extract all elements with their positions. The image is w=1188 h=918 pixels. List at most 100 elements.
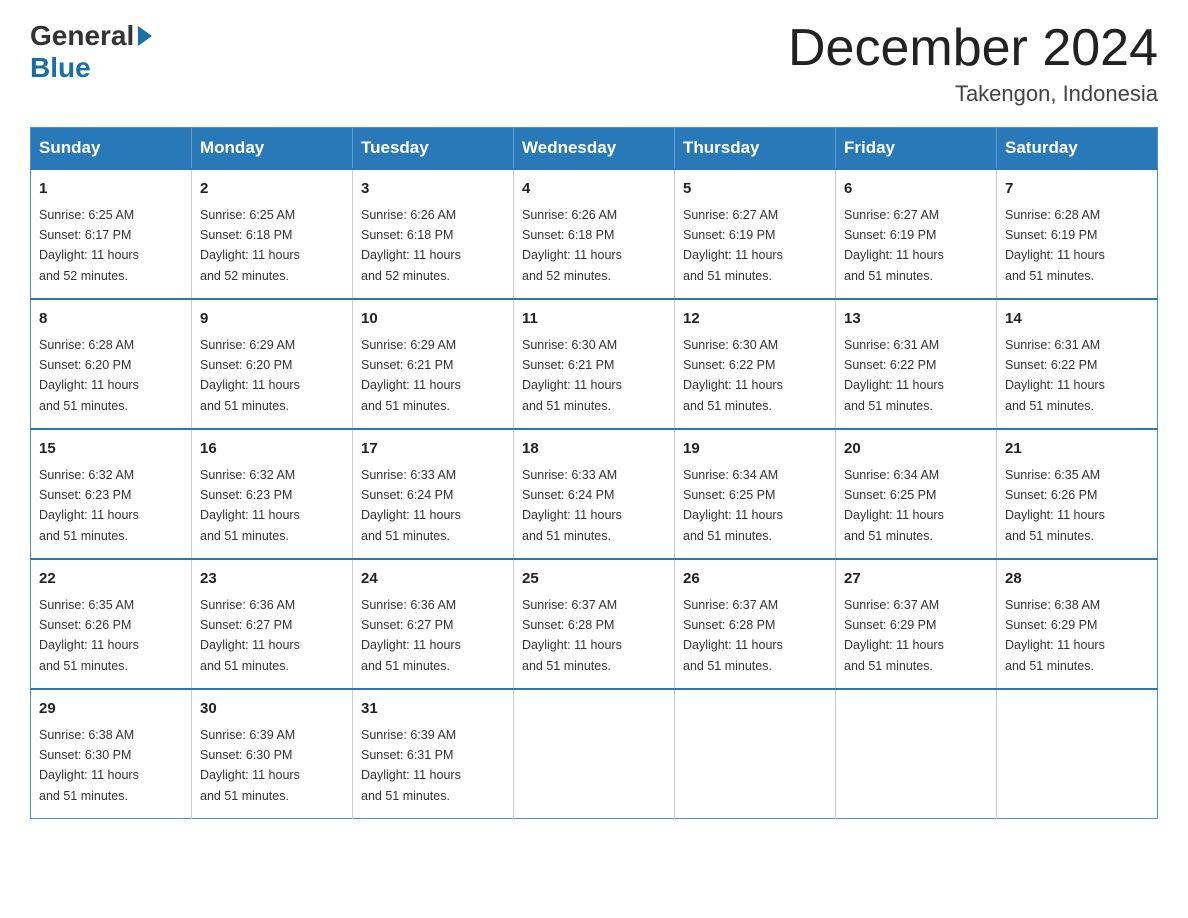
day-number: 26 — [683, 568, 827, 591]
day-info: Sunrise: 6:37 AMSunset: 6:28 PMDaylight:… — [522, 598, 622, 673]
calendar-cell: 29 Sunrise: 6:38 AMSunset: 6:30 PMDaylig… — [31, 689, 192, 819]
calendar-cell: 4 Sunrise: 6:26 AMSunset: 6:18 PMDayligh… — [514, 169, 675, 299]
day-info: Sunrise: 6:36 AMSunset: 6:27 PMDaylight:… — [200, 598, 300, 673]
calendar-week-2: 8 Sunrise: 6:28 AMSunset: 6:20 PMDayligh… — [31, 299, 1158, 429]
day-number: 17 — [361, 438, 505, 461]
day-number: 15 — [39, 438, 183, 461]
header-friday: Friday — [836, 128, 997, 170]
calendar-cell: 18 Sunrise: 6:33 AMSunset: 6:24 PMDaylig… — [514, 429, 675, 559]
day-info: Sunrise: 6:31 AMSunset: 6:22 PMDaylight:… — [1005, 338, 1105, 413]
day-info: Sunrise: 6:25 AMSunset: 6:18 PMDaylight:… — [200, 208, 300, 283]
day-number: 5 — [683, 178, 827, 201]
day-number: 31 — [361, 698, 505, 721]
day-info: Sunrise: 6:33 AMSunset: 6:24 PMDaylight:… — [361, 468, 461, 543]
calendar-cell: 23 Sunrise: 6:36 AMSunset: 6:27 PMDaylig… — [192, 559, 353, 689]
page-header: General Blue December 2024 Takengon, Ind… — [30, 20, 1158, 107]
day-info: Sunrise: 6:30 AMSunset: 6:21 PMDaylight:… — [522, 338, 622, 413]
calendar-cell: 13 Sunrise: 6:31 AMSunset: 6:22 PMDaylig… — [836, 299, 997, 429]
day-number: 16 — [200, 438, 344, 461]
header-wednesday: Wednesday — [514, 128, 675, 170]
calendar-cell: 25 Sunrise: 6:37 AMSunset: 6:28 PMDaylig… — [514, 559, 675, 689]
day-number: 13 — [844, 308, 988, 331]
location: Takengon, Indonesia — [788, 81, 1158, 107]
calendar-cell — [836, 689, 997, 819]
day-number: 24 — [361, 568, 505, 591]
day-info: Sunrise: 6:27 AMSunset: 6:19 PMDaylight:… — [683, 208, 783, 283]
day-info: Sunrise: 6:32 AMSunset: 6:23 PMDaylight:… — [200, 468, 300, 543]
header-monday: Monday — [192, 128, 353, 170]
calendar-cell: 2 Sunrise: 6:25 AMSunset: 6:18 PMDayligh… — [192, 169, 353, 299]
day-number: 19 — [683, 438, 827, 461]
day-number: 3 — [361, 178, 505, 201]
calendar-cell: 5 Sunrise: 6:27 AMSunset: 6:19 PMDayligh… — [675, 169, 836, 299]
day-number: 1 — [39, 178, 183, 201]
calendar-cell: 6 Sunrise: 6:27 AMSunset: 6:19 PMDayligh… — [836, 169, 997, 299]
calendar-cell: 16 Sunrise: 6:32 AMSunset: 6:23 PMDaylig… — [192, 429, 353, 559]
day-number: 18 — [522, 438, 666, 461]
day-info: Sunrise: 6:34 AMSunset: 6:25 PMDaylight:… — [683, 468, 783, 543]
calendar-table: SundayMondayTuesdayWednesdayThursdayFrid… — [30, 127, 1158, 819]
calendar-cell — [675, 689, 836, 819]
calendar-cell — [997, 689, 1158, 819]
day-info: Sunrise: 6:39 AMSunset: 6:31 PMDaylight:… — [361, 728, 461, 803]
calendar-week-5: 29 Sunrise: 6:38 AMSunset: 6:30 PMDaylig… — [31, 689, 1158, 819]
day-info: Sunrise: 6:38 AMSunset: 6:30 PMDaylight:… — [39, 728, 139, 803]
calendar-cell: 20 Sunrise: 6:34 AMSunset: 6:25 PMDaylig… — [836, 429, 997, 559]
day-info: Sunrise: 6:30 AMSunset: 6:22 PMDaylight:… — [683, 338, 783, 413]
day-info: Sunrise: 6:35 AMSunset: 6:26 PMDaylight:… — [39, 598, 139, 673]
header-saturday: Saturday — [997, 128, 1158, 170]
calendar-cell: 24 Sunrise: 6:36 AMSunset: 6:27 PMDaylig… — [353, 559, 514, 689]
day-info: Sunrise: 6:37 AMSunset: 6:29 PMDaylight:… — [844, 598, 944, 673]
calendar-cell: 12 Sunrise: 6:30 AMSunset: 6:22 PMDaylig… — [675, 299, 836, 429]
calendar-cell: 17 Sunrise: 6:33 AMSunset: 6:24 PMDaylig… — [353, 429, 514, 559]
calendar-week-1: 1 Sunrise: 6:25 AMSunset: 6:17 PMDayligh… — [31, 169, 1158, 299]
calendar-week-3: 15 Sunrise: 6:32 AMSunset: 6:23 PMDaylig… — [31, 429, 1158, 559]
day-number: 22 — [39, 568, 183, 591]
day-info: Sunrise: 6:27 AMSunset: 6:19 PMDaylight:… — [844, 208, 944, 283]
day-info: Sunrise: 6:38 AMSunset: 6:29 PMDaylight:… — [1005, 598, 1105, 673]
day-number: 10 — [361, 308, 505, 331]
calendar-cell: 8 Sunrise: 6:28 AMSunset: 6:20 PMDayligh… — [31, 299, 192, 429]
day-number: 2 — [200, 178, 344, 201]
day-number: 30 — [200, 698, 344, 721]
calendar-cell: 3 Sunrise: 6:26 AMSunset: 6:18 PMDayligh… — [353, 169, 514, 299]
day-number: 11 — [522, 308, 666, 331]
calendar-header-row: SundayMondayTuesdayWednesdayThursdayFrid… — [31, 128, 1158, 170]
calendar-cell: 15 Sunrise: 6:32 AMSunset: 6:23 PMDaylig… — [31, 429, 192, 559]
calendar-cell: 28 Sunrise: 6:38 AMSunset: 6:29 PMDaylig… — [997, 559, 1158, 689]
day-info: Sunrise: 6:32 AMSunset: 6:23 PMDaylight:… — [39, 468, 139, 543]
logo-general-text: General — [30, 20, 134, 52]
day-info: Sunrise: 6:29 AMSunset: 6:21 PMDaylight:… — [361, 338, 461, 413]
day-info: Sunrise: 6:33 AMSunset: 6:24 PMDaylight:… — [522, 468, 622, 543]
calendar-cell: 10 Sunrise: 6:29 AMSunset: 6:21 PMDaylig… — [353, 299, 514, 429]
day-number: 27 — [844, 568, 988, 591]
day-number: 20 — [844, 438, 988, 461]
day-number: 28 — [1005, 568, 1149, 591]
day-number: 4 — [522, 178, 666, 201]
day-info: Sunrise: 6:35 AMSunset: 6:26 PMDaylight:… — [1005, 468, 1105, 543]
calendar-cell: 7 Sunrise: 6:28 AMSunset: 6:19 PMDayligh… — [997, 169, 1158, 299]
calendar-cell: 11 Sunrise: 6:30 AMSunset: 6:21 PMDaylig… — [514, 299, 675, 429]
day-info: Sunrise: 6:39 AMSunset: 6:30 PMDaylight:… — [200, 728, 300, 803]
calendar-cell: 14 Sunrise: 6:31 AMSunset: 6:22 PMDaylig… — [997, 299, 1158, 429]
day-number: 14 — [1005, 308, 1149, 331]
title-section: December 2024 Takengon, Indonesia — [788, 20, 1158, 107]
day-info: Sunrise: 6:25 AMSunset: 6:17 PMDaylight:… — [39, 208, 139, 283]
calendar-cell: 26 Sunrise: 6:37 AMSunset: 6:28 PMDaylig… — [675, 559, 836, 689]
calendar-cell — [514, 689, 675, 819]
day-info: Sunrise: 6:26 AMSunset: 6:18 PMDaylight:… — [361, 208, 461, 283]
calendar-cell: 27 Sunrise: 6:37 AMSunset: 6:29 PMDaylig… — [836, 559, 997, 689]
calendar-cell: 9 Sunrise: 6:29 AMSunset: 6:20 PMDayligh… — [192, 299, 353, 429]
day-info: Sunrise: 6:29 AMSunset: 6:20 PMDaylight:… — [200, 338, 300, 413]
day-info: Sunrise: 6:28 AMSunset: 6:19 PMDaylight:… — [1005, 208, 1105, 283]
day-info: Sunrise: 6:28 AMSunset: 6:20 PMDaylight:… — [39, 338, 139, 413]
day-number: 9 — [200, 308, 344, 331]
day-number: 8 — [39, 308, 183, 331]
logo-top: General — [30, 20, 152, 52]
calendar-week-4: 22 Sunrise: 6:35 AMSunset: 6:26 PMDaylig… — [31, 559, 1158, 689]
logo-blue-text: Blue — [30, 52, 91, 84]
calendar-cell: 22 Sunrise: 6:35 AMSunset: 6:26 PMDaylig… — [31, 559, 192, 689]
day-info: Sunrise: 6:36 AMSunset: 6:27 PMDaylight:… — [361, 598, 461, 673]
header-thursday: Thursday — [675, 128, 836, 170]
day-info: Sunrise: 6:31 AMSunset: 6:22 PMDaylight:… — [844, 338, 944, 413]
